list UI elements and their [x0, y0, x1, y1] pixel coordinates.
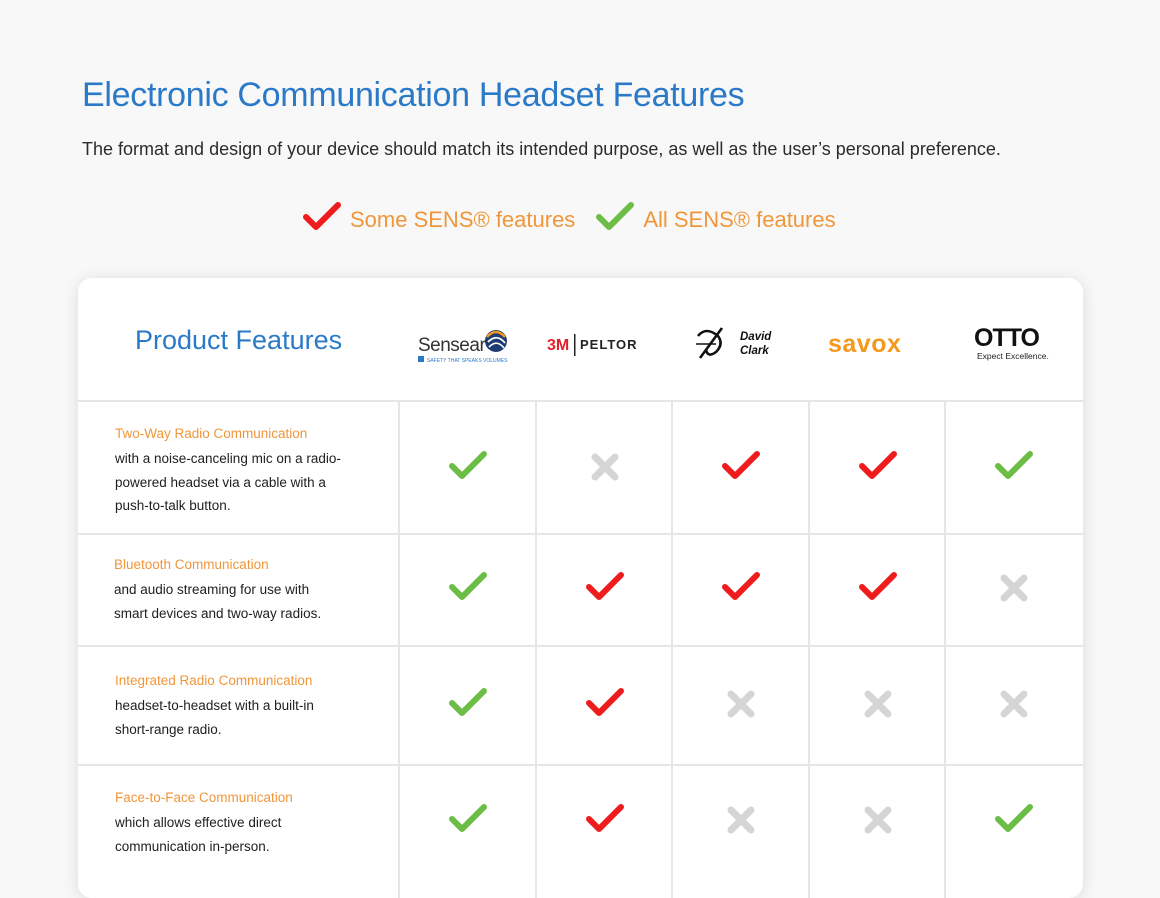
cross-gray-icon — [946, 568, 1082, 608]
check-green-icon — [400, 800, 536, 840]
feature-description: headset-to-headset with a built-in short… — [115, 698, 314, 737]
check-red-icon — [673, 568, 809, 608]
features-table: Product Features Sensear SAFETY THAT SPE… — [78, 278, 1083, 898]
check-green-icon — [400, 447, 536, 487]
check-red-icon — [537, 568, 673, 608]
david-clark-logo: David Clark — [672, 308, 809, 378]
check-green-icon — [400, 568, 536, 608]
check-red-icon — [673, 447, 809, 487]
cross-gray-icon — [537, 447, 673, 487]
legend-item-some: Some SENS® features — [302, 201, 576, 239]
brand-name-david: David — [740, 331, 772, 343]
cross-gray-icon — [673, 800, 809, 840]
cross-gray-icon — [810, 684, 946, 724]
row-divider — [78, 645, 1083, 647]
brand-name-savox: savox — [828, 330, 901, 358]
row-divider — [78, 533, 1083, 535]
check-green-icon — [946, 800, 1082, 840]
feature-name: Integrated Radio Communication — [115, 673, 313, 688]
page-title: Electronic Communication Headset Feature… — [82, 76, 745, 114]
feature-name: Bluetooth Communication — [114, 557, 269, 572]
brand-name-clark: Clark — [740, 345, 769, 357]
feature-name: Two-Way Radio Communication — [115, 426, 308, 441]
brand-tagline-sensear: SAFETY THAT SPEAKS VOLUMES — [427, 358, 508, 364]
feature-description: which allows effective direct communicat… — [115, 815, 282, 854]
legend: Some SENS® features All SENS® features — [302, 200, 836, 240]
legend-label-some: Some SENS® features — [350, 207, 576, 232]
row-divider — [78, 764, 1083, 766]
legend-label-all: All SENS® features — [643, 207, 836, 232]
check-red-icon — [810, 568, 946, 608]
check-green-icon — [946, 447, 1082, 487]
brand-name-otto: OTTO — [974, 324, 1040, 352]
check-red-icon — [810, 447, 946, 487]
cross-gray-icon — [946, 684, 1082, 724]
sensear-logo: Sensear SAFETY THAT SPEAKS VOLUMES — [399, 308, 536, 378]
check-red-icon — [537, 684, 673, 724]
check-red-icon — [537, 800, 673, 840]
brand-prefix-3m: 3M — [547, 337, 569, 354]
check-green-icon — [595, 201, 635, 239]
feature-description: and audio streaming for use with smart d… — [114, 582, 322, 621]
table-row-two-way-radio: Two-Way Radio Communication with a noise… — [115, 425, 355, 518]
check-green-icon — [400, 684, 536, 724]
brand-name-peltor: PELTOR — [580, 337, 638, 352]
page-subtitle: The format and design of your device sho… — [82, 139, 1001, 159]
table-header-title: Product Features — [135, 325, 343, 355]
cross-gray-icon — [810, 800, 946, 840]
table-row-face-to-face: Face-to-Face Communication which allows … — [115, 789, 345, 858]
brand-tagline-otto: Expect Excellence. — [977, 351, 1049, 361]
feature-name: Face-to-Face Communication — [115, 790, 293, 805]
3m-peltor-logo: 3M PELTOR — [535, 308, 672, 378]
table-row-integrated-radio: Integrated Radio Communication headset-t… — [115, 672, 345, 741]
savox-logo: savox — [808, 308, 945, 378]
check-red-icon — [302, 201, 342, 239]
cross-gray-icon — [673, 684, 809, 724]
table-header-row: Product Features Sensear SAFETY THAT SPE… — [78, 278, 1083, 400]
feature-description: with a noise-canceling mic on a radio-po… — [115, 451, 341, 513]
table-row-bluetooth: Bluetooth Communication and audio stream… — [114, 556, 344, 625]
row-divider — [78, 400, 1083, 402]
legend-item-all: All SENS® features — [595, 201, 836, 239]
brand-name-sensear: Sensear — [418, 335, 486, 356]
otto-logo: OTTO Expect Excellence. — [944, 308, 1081, 378]
